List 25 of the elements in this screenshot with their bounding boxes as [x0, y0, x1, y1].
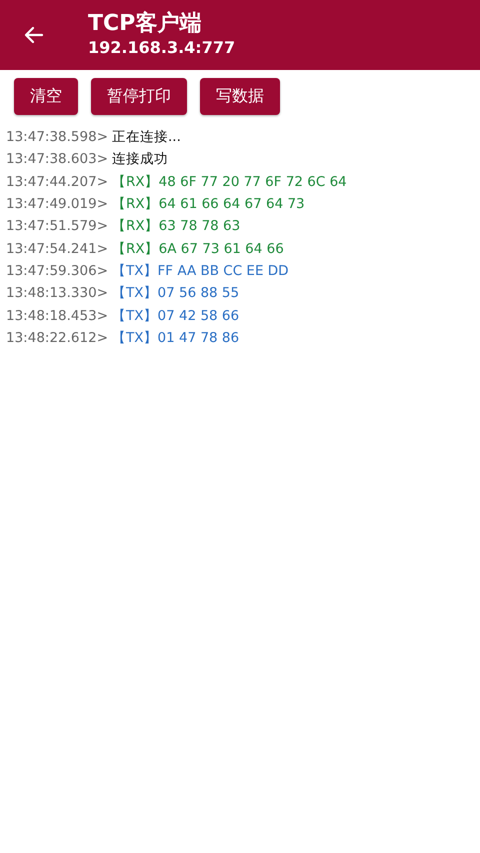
- log-timestamp: 13:47:38.598>: [6, 129, 108, 146]
- log-timestamp: 13:48:18.453>: [6, 308, 108, 324]
- log-timestamp: 13:47:54.241>: [6, 240, 108, 257]
- log-timestamp: 13:48:13.330>: [6, 285, 108, 302]
- app-title: TCP客户端: [88, 11, 202, 37]
- log-message: 【RX】6A 67 73 61 64 66: [112, 240, 284, 258]
- log-message: 【RX】63 78 78 63: [112, 217, 240, 236]
- action-button[interactable]: 清空: [14, 78, 78, 115]
- log-timestamp: 13:47:38.603>: [6, 151, 108, 168]
- log-message: 正在连接...: [112, 128, 181, 146]
- action-button[interactable]: 暂停打印: [91, 78, 187, 115]
- app-subtitle: 192.168.3.4:777: [88, 37, 236, 59]
- log-timestamp: 13:48:22.612>: [6, 330, 108, 346]
- log-message: 【RX】64 61 66 64 67 64 73: [112, 195, 305, 214]
- log-message: 连接成功: [112, 150, 168, 168]
- log-timestamp: 13:47:51.579>: [6, 218, 108, 234]
- log-message: 【TX】07 56 88 55: [112, 284, 240, 302]
- log-message: 【TX】FF AA BB CC EE DD: [112, 262, 289, 280]
- log-message: 【TX】07 42 58 66: [112, 306, 240, 325]
- action-button[interactable]: 写数据: [200, 78, 280, 115]
- log-timestamp: 13:47:49.019>: [6, 196, 108, 212]
- log-timestamp: 13:47:59.306>: [6, 262, 108, 279]
- log-message: 【RX】48 6F 77 20 77 6F 72 6C 64: [112, 172, 347, 191]
- log-timestamp: 13:47:44.207>: [6, 174, 108, 190]
- log-message: 【TX】01 47 78 86: [112, 328, 240, 347]
